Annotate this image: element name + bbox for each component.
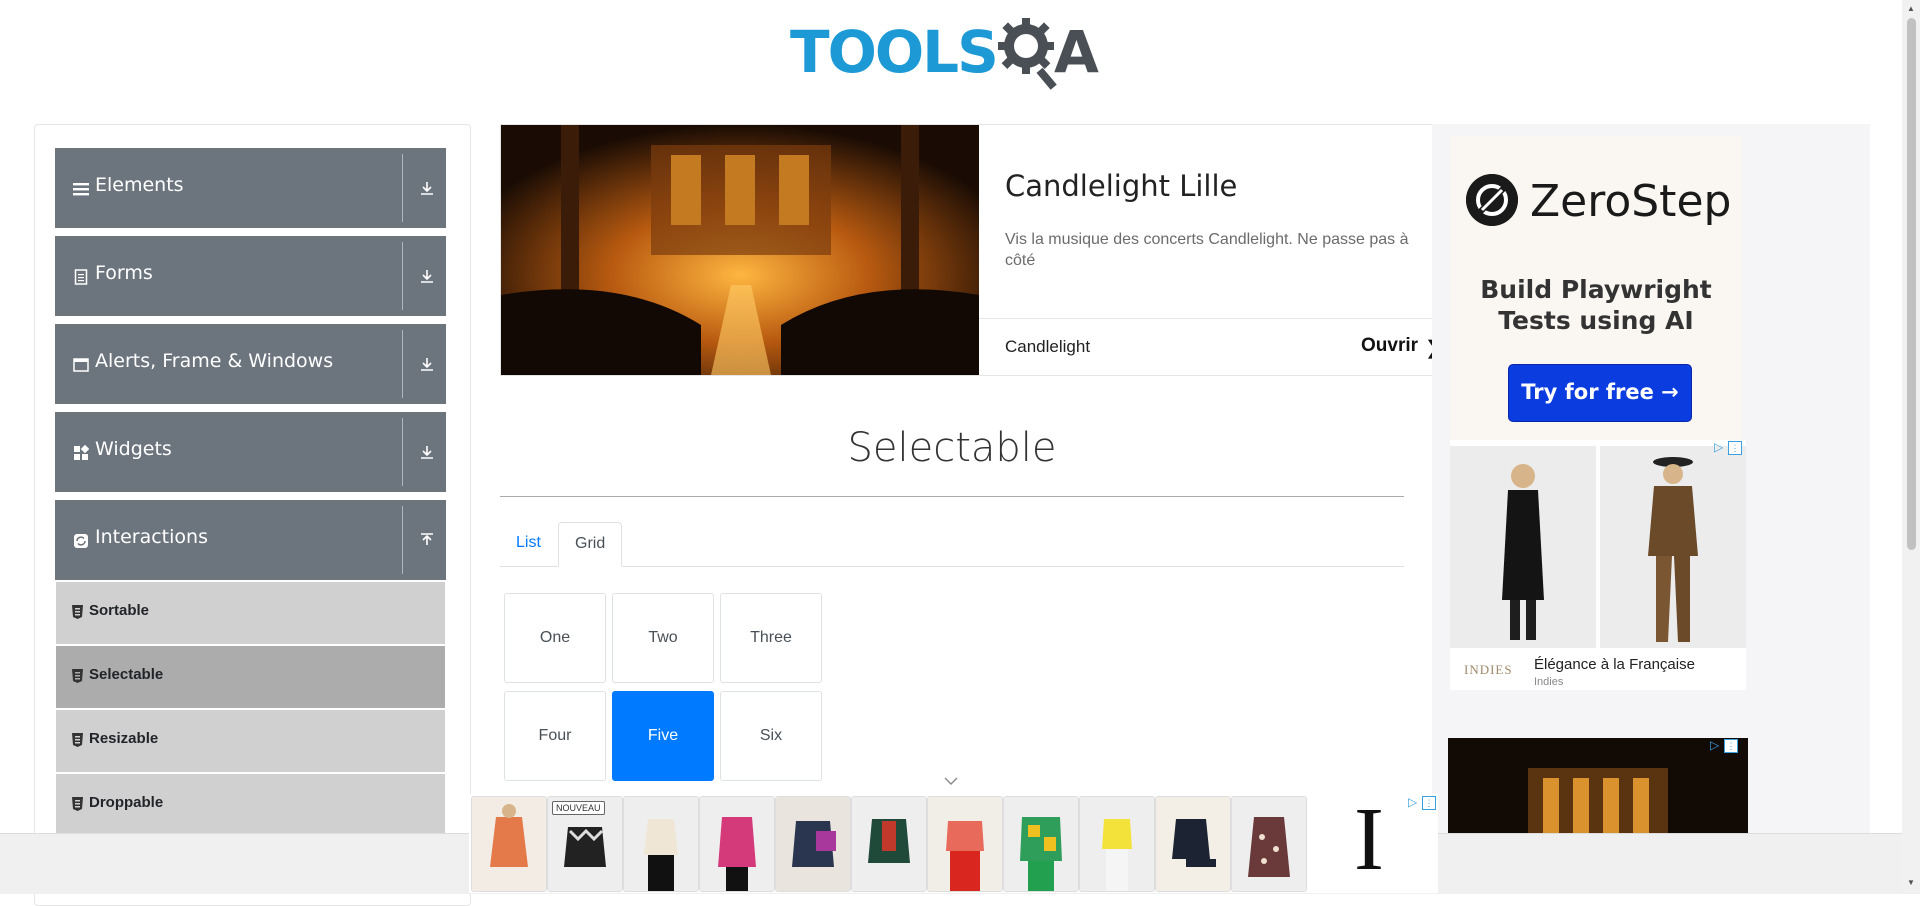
product-thumbnail[interactable]	[1155, 796, 1231, 892]
grid-item-one[interactable]: One	[504, 593, 606, 683]
banner-ad[interactable]: Candlelight Lille Vis la musique des con…	[500, 124, 1438, 376]
download-arrow-icon[interactable]	[418, 179, 436, 197]
tab-bar: List Grid	[500, 522, 1404, 567]
page-title: Selectable	[847, 425, 1057, 471]
product-thumbnail[interactable]	[775, 796, 851, 892]
product-thumbnail[interactable]	[927, 796, 1003, 892]
nouveau-badge: NOUVEAU	[552, 801, 605, 815]
grid-item-four[interactable]: Four	[504, 691, 606, 781]
product-thumbnail[interactable]	[1003, 796, 1079, 892]
brand-logo-i[interactable]: I	[1354, 790, 1384, 890]
banner-open-button[interactable]: Ouvrir	[1361, 335, 1418, 357]
scrollbar-thumb[interactable]	[1907, 18, 1916, 550]
product-thumbnail[interactable]	[471, 796, 547, 892]
download-arrow-icon[interactable]	[418, 355, 436, 373]
sidebar-item-label: Selectable	[89, 666, 164, 683]
sidebar-group-widgets[interactable]: Widgets	[55, 412, 446, 492]
model-black-dress-image	[1450, 446, 1596, 648]
hamburger-icon	[73, 183, 89, 196]
scroll-up-arrow-icon[interactable]: ▲	[1907, 4, 1915, 13]
grid-item-two[interactable]: Two	[612, 593, 714, 683]
ad-info-icon[interactable]: ⋮	[1728, 441, 1742, 455]
divider	[500, 496, 1404, 497]
divider	[402, 506, 403, 574]
banner-description: Vis la musique des concerts Candlelight.…	[1005, 231, 1409, 269]
adchoices-play-icon[interactable]: ▷	[1714, 440, 1723, 454]
model-printed-suit-image	[1600, 446, 1746, 648]
sidebar-item-droppable[interactable]: Droppable	[56, 774, 445, 837]
adchoices-play-icon[interactable]: ▷	[1408, 795, 1417, 809]
sidebar-group-label: Elements	[95, 174, 184, 196]
right-ad[interactable]: ZeroStep Build Playwright Tests using AI…	[1432, 124, 1870, 844]
sidebar-group-label: Interactions	[95, 526, 208, 548]
product-thumbnail[interactable]	[623, 796, 699, 892]
download-arrow-icon[interactable]	[418, 443, 436, 461]
tab-grid[interactable]: Grid	[558, 522, 623, 567]
widgets-icon	[74, 445, 89, 460]
sidebar-item-selectable[interactable]: Selectable	[56, 646, 445, 709]
sidebar-group-interactions[interactable]: Interactions	[55, 500, 446, 580]
indies-logo: INDIES	[1464, 662, 1513, 677]
sidebar-group-label: Alerts, Frame & Windows	[95, 350, 334, 372]
product-thumbnail[interactable]	[699, 796, 775, 892]
product-thumbnail[interactable]	[1231, 796, 1307, 892]
tagline-line-1: Build Playwright	[1480, 275, 1712, 304]
divider	[402, 418, 403, 486]
zerostep-brand: ZeroStep	[1530, 176, 1732, 227]
html5-icon	[72, 605, 83, 619]
sidebar-group-label: Forms	[95, 262, 153, 284]
logo-text: TOOLS	[790, 18, 999, 86]
chevron-down-icon[interactable]	[944, 776, 958, 786]
zerostep-tagline: Build Playwright Tests using AI	[1450, 274, 1742, 336]
zerostep-ad[interactable]: ZeroStep Build Playwright Tests using AI…	[1450, 136, 1742, 446]
cathedral-concert-image	[501, 125, 979, 375]
grid-item-three[interactable]: Three	[720, 593, 822, 683]
grid-item-five[interactable]: Five	[612, 691, 714, 781]
sidebar-item-label: Sortable	[89, 602, 150, 619]
ad-info-icon[interactable]: ⋮	[1422, 796, 1436, 810]
product-thumbnail[interactable]	[851, 796, 927, 892]
download-arrow-icon[interactable]	[418, 267, 436, 285]
sidebar-item-label: Droppable	[89, 794, 164, 811]
try-for-free-button[interactable]: Try for free →	[1508, 364, 1692, 422]
sidebar-group-elements[interactable]: Elements	[55, 148, 446, 228]
grid-item-six[interactable]: Six	[720, 691, 822, 781]
ad-info-icon[interactable]: ⋮	[1724, 739, 1738, 753]
banner-brand: Candlelight	[1005, 337, 1091, 356]
zerostep-logo-icon	[1466, 174, 1518, 226]
adchoices-play-icon[interactable]: ▷	[1710, 738, 1719, 752]
sidebar-group-alerts[interactable]: Alerts, Frame & Windows	[55, 324, 446, 404]
sidebar-group-forms[interactable]: Forms	[55, 236, 446, 316]
upload-arrow-icon[interactable]	[418, 531, 436, 549]
product-thumbnail[interactable]	[1079, 796, 1155, 892]
toolsqa-logo[interactable]: TOOLS A	[790, 16, 1120, 92]
html5-icon	[72, 733, 83, 747]
divider	[402, 154, 403, 222]
divider	[402, 242, 403, 310]
logo-text-end: A	[1054, 18, 1099, 86]
tab-list[interactable]: List	[500, 522, 557, 565]
refresh-icon	[74, 534, 88, 548]
bottom-ad[interactable]	[469, 794, 1438, 893]
sidebar-item-sortable[interactable]: Sortable	[56, 582, 445, 645]
html5-icon	[72, 797, 83, 811]
divider	[979, 318, 1437, 319]
fashion-ad[interactable]: INDIES Élégance à la Française Indies	[1450, 440, 1746, 690]
cathedral-night-image	[1448, 738, 1748, 844]
fashion-ad-title: Élégance à la Française	[1534, 656, 1695, 673]
window-icon	[73, 358, 89, 372]
tagline-line-2: Tests using AI	[1498, 306, 1694, 335]
vertical-scrollbar[interactable]: ▲ ▼	[1902, 0, 1920, 893]
sidebar-group-label: Widgets	[95, 438, 172, 460]
sidebar-item-resizable[interactable]: Resizable	[56, 710, 445, 773]
banner-title: Candlelight Lille	[1005, 169, 1238, 203]
divider	[402, 330, 403, 398]
html5-icon	[72, 669, 83, 683]
document-icon	[74, 269, 88, 285]
sidebar-item-label: Resizable	[89, 730, 159, 747]
fashion-ad-subtitle: Indies	[1534, 676, 1564, 688]
scroll-down-arrow-icon[interactable]: ▼	[1907, 878, 1915, 887]
